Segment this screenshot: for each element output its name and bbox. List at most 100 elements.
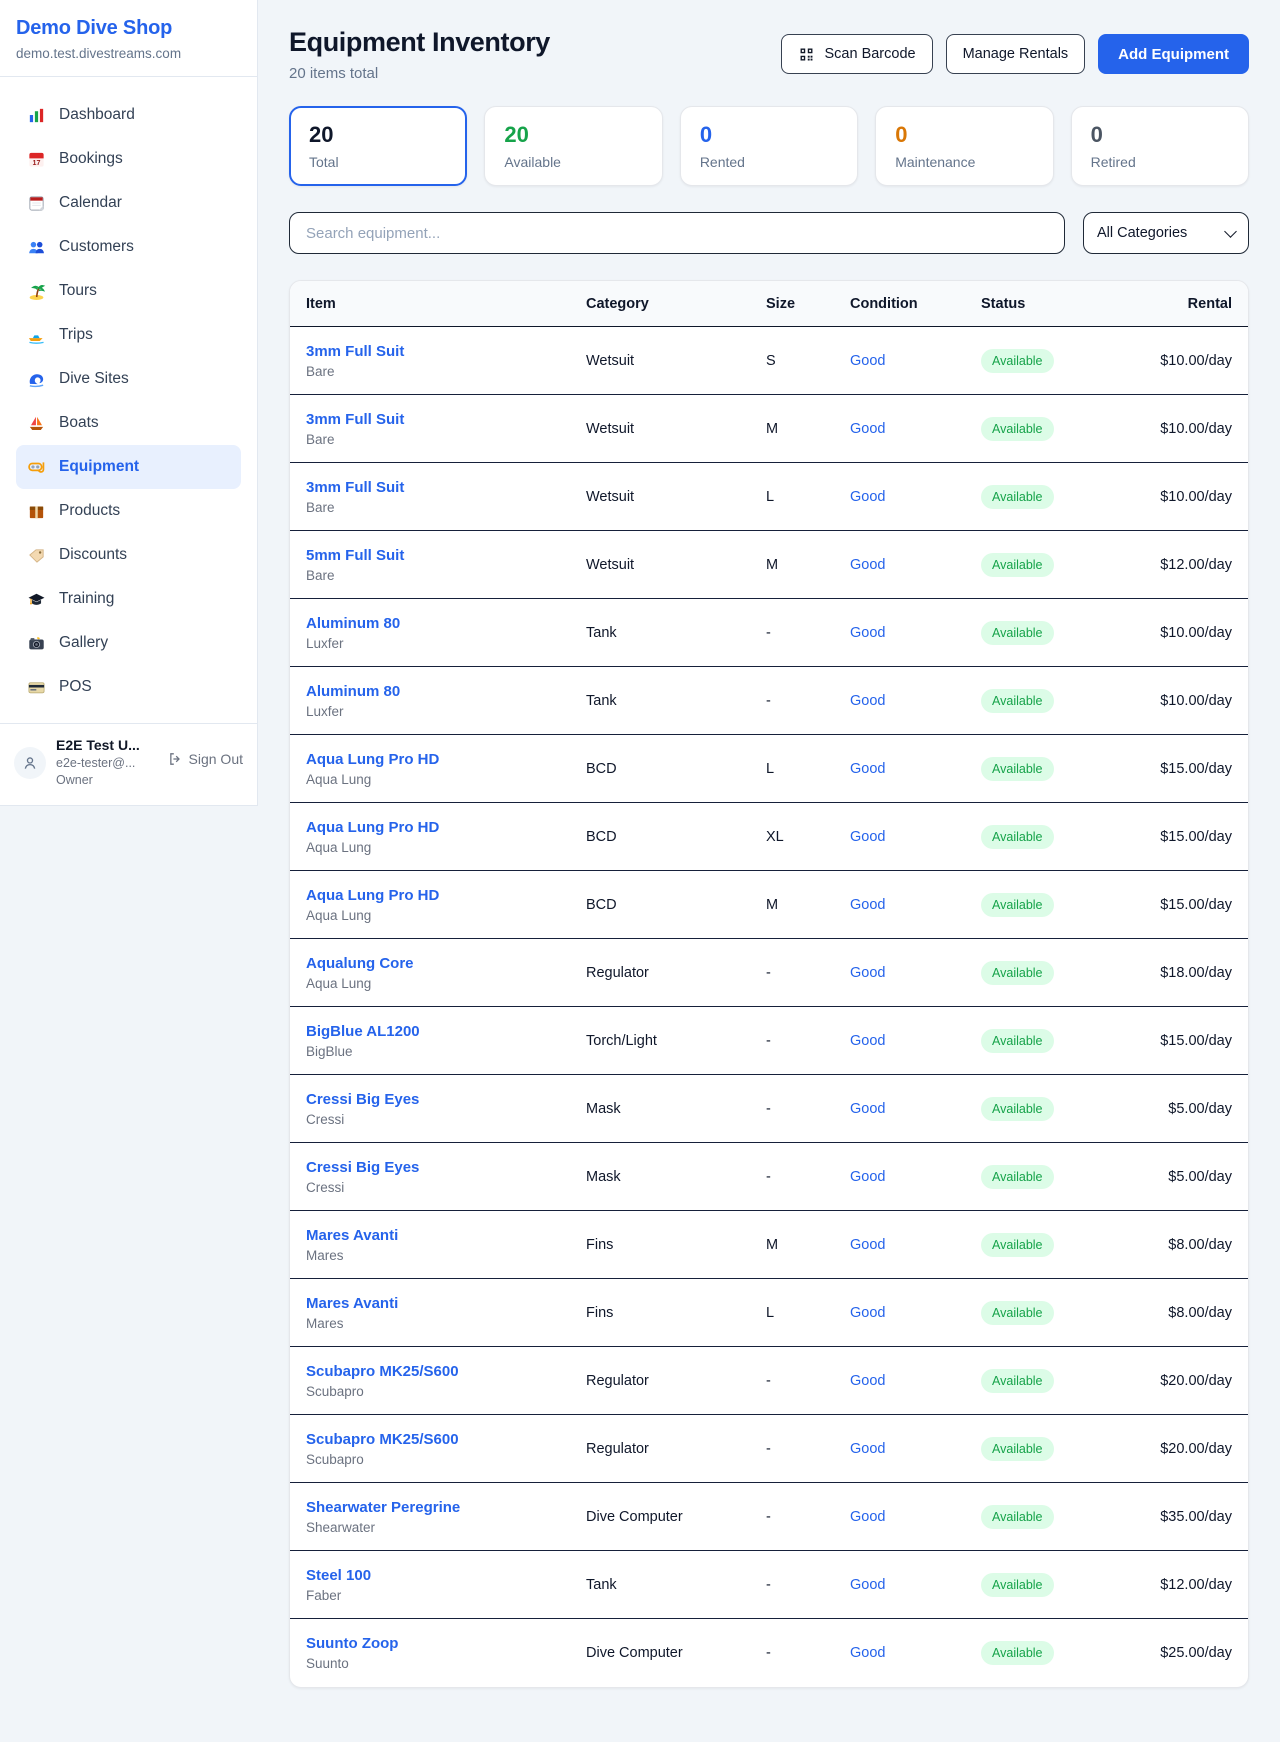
sidebar-item-tours[interactable]: Tours	[16, 269, 241, 313]
table-row: Mares AvantiMaresFinsMGoodAvailable$8.00…	[290, 1211, 1248, 1279]
condition-link[interactable]: Good	[850, 421, 885, 437]
condition-link[interactable]: Good	[850, 1373, 885, 1389]
equipment-item-link[interactable]: 3mm Full Suit	[306, 411, 586, 428]
main-content: Equipment Inventory 20 items total Scan …	[258, 0, 1280, 1688]
table-body: 3mm Full SuitBareWetsuitSGoodAvailable$1…	[290, 327, 1248, 1687]
equipment-item-link[interactable]: 5mm Full Suit	[306, 547, 586, 564]
table-row: Mares AvantiMaresFinsLGoodAvailable$8.00…	[290, 1279, 1248, 1347]
category-cell: Wetsuit	[586, 353, 766, 369]
sidebar-item-pos[interactable]: POS	[16, 665, 241, 709]
condition-link[interactable]: Good	[850, 1441, 885, 1457]
condition-link[interactable]: Good	[850, 625, 885, 641]
equipment-item-link[interactable]: Scubapro MK25/S600	[306, 1363, 586, 1380]
search-input[interactable]	[289, 212, 1065, 254]
size-cell: M	[766, 421, 850, 437]
category-cell: Regulator	[586, 1441, 766, 1457]
equipment-item-link[interactable]: Steel 100	[306, 1567, 586, 1584]
category-select-wrap: All Categories	[1083, 212, 1249, 254]
equipment-item-link[interactable]: 3mm Full Suit	[306, 343, 586, 360]
equipment-item-link[interactable]: Scubapro MK25/S600	[306, 1431, 586, 1448]
item-brand: Mares	[306, 1248, 586, 1263]
condition-link[interactable]: Good	[850, 353, 885, 369]
sidebar-item-discounts[interactable]: Discounts	[16, 533, 241, 577]
status-badge: Available	[981, 1369, 1054, 1393]
condition-link[interactable]: Good	[850, 1509, 885, 1525]
condition-link[interactable]: Good	[850, 897, 885, 913]
status-badge: Available	[981, 1573, 1054, 1597]
condition-link[interactable]: Good	[850, 1101, 885, 1117]
condition-link[interactable]: Good	[850, 693, 885, 709]
category-cell: Wetsuit	[586, 489, 766, 505]
page-title: Equipment Inventory	[289, 26, 550, 58]
equipment-item-link[interactable]: Aqua Lung Pro HD	[306, 751, 586, 768]
condition-link[interactable]: Good	[850, 829, 885, 845]
category-select[interactable]: All Categories	[1083, 212, 1249, 254]
condition-link[interactable]: Good	[850, 1033, 885, 1049]
rental-cell: $35.00/day	[1108, 1509, 1232, 1525]
sidebar-item-dive-sites[interactable]: Dive Sites	[16, 357, 241, 401]
status-badge: Available	[981, 485, 1054, 509]
equipment-item-link[interactable]: Shearwater Peregrine	[306, 1499, 586, 1516]
equipment-item-link[interactable]: Aqua Lung Pro HD	[306, 887, 586, 904]
tours-icon	[27, 282, 46, 301]
equipment-item-link[interactable]: Cressi Big Eyes	[306, 1091, 586, 1108]
stat-card-available[interactable]: 20Available	[484, 106, 662, 186]
size-cell: -	[766, 965, 850, 981]
stat-card-total[interactable]: 20Total	[289, 106, 467, 186]
category-cell: Regulator	[586, 965, 766, 981]
sidebar-item-products[interactable]: Products	[16, 489, 241, 533]
equipment-item-link[interactable]: Aqua Lung Pro HD	[306, 819, 586, 836]
add-equipment-button[interactable]: Add Equipment	[1098, 34, 1249, 74]
condition-link[interactable]: Good	[850, 1237, 885, 1253]
table-row: Aqua Lung Pro HDAqua LungBCDLGoodAvailab…	[290, 735, 1248, 803]
condition-link[interactable]: Good	[850, 1577, 885, 1593]
sidebar-item-calendar[interactable]: Calendar	[16, 181, 241, 225]
equipment-item-link[interactable]: BigBlue AL1200	[306, 1023, 586, 1040]
equipment-item-link[interactable]: Mares Avanti	[306, 1295, 586, 1312]
sidebar-item-dashboard[interactable]: Dashboard	[16, 93, 241, 137]
sidebar-item-gallery[interactable]: Gallery	[16, 621, 241, 665]
equipment-item-link[interactable]: Cressi Big Eyes	[306, 1159, 586, 1176]
equipment-item-link[interactable]: Mares Avanti	[306, 1227, 586, 1244]
condition-link[interactable]: Good	[850, 557, 885, 573]
sidebar-item-equipment[interactable]: Equipment	[16, 445, 241, 489]
equipment-item-link[interactable]: Aluminum 80	[306, 615, 586, 632]
table-row: Cressi Big EyesCressiMask-GoodAvailable$…	[290, 1075, 1248, 1143]
scan-barcode-button[interactable]: Scan Barcode	[781, 34, 932, 74]
user-icon	[21, 754, 39, 772]
condition-link[interactable]: Good	[850, 1169, 885, 1185]
stat-label: Retired	[1091, 154, 1229, 170]
stat-card-retired[interactable]: 0Retired	[1071, 106, 1249, 186]
equipment-item-link[interactable]: Aluminum 80	[306, 683, 586, 700]
condition-link[interactable]: Good	[850, 1305, 885, 1321]
condition-link[interactable]: Good	[850, 1645, 885, 1661]
condition-link[interactable]: Good	[850, 965, 885, 981]
item-brand: Bare	[306, 500, 586, 515]
equipment-icon	[27, 458, 46, 477]
sidebar-item-boats[interactable]: Boats	[16, 401, 241, 445]
category-cell: Tank	[586, 1577, 766, 1593]
sign-out-button[interactable]: Sign Out	[167, 751, 243, 767]
sidebar-item-customers[interactable]: Customers	[16, 225, 241, 269]
sidebar-item-label: Dive Sites	[59, 370, 129, 388]
equipment-item-link[interactable]: 3mm Full Suit	[306, 479, 586, 496]
manage-rentals-button[interactable]: Manage Rentals	[946, 34, 1086, 74]
table-row: Suunto ZoopSuuntoDive Computer-GoodAvail…	[290, 1619, 1248, 1687]
sidebar-item-bookings[interactable]: 17Bookings	[16, 137, 241, 181]
stat-card-maintenance[interactable]: 0Maintenance	[875, 106, 1053, 186]
rental-cell: $8.00/day	[1108, 1305, 1232, 1321]
condition-link[interactable]: Good	[850, 489, 885, 505]
item-brand: Scubapro	[306, 1384, 586, 1399]
sidebar-item-label: Tours	[59, 282, 97, 300]
equipment-item-link[interactable]: Aqualung Core	[306, 955, 586, 972]
condition-link[interactable]: Good	[850, 761, 885, 777]
sidebar-user-section: E2E Test U... e2e-tester@... Owner Sign …	[0, 723, 257, 805]
sidebar-item-training[interactable]: Training	[16, 577, 241, 621]
table-row: 3mm Full SuitBareWetsuitSGoodAvailable$1…	[290, 327, 1248, 395]
sidebar-item-trips[interactable]: Trips	[16, 313, 241, 357]
stat-card-rented[interactable]: 0Rented	[680, 106, 858, 186]
equipment-item-link[interactable]: Suunto Zoop	[306, 1635, 586, 1652]
status-badge: Available	[981, 553, 1054, 577]
size-cell: -	[766, 1577, 850, 1593]
status-badge: Available	[981, 757, 1054, 781]
